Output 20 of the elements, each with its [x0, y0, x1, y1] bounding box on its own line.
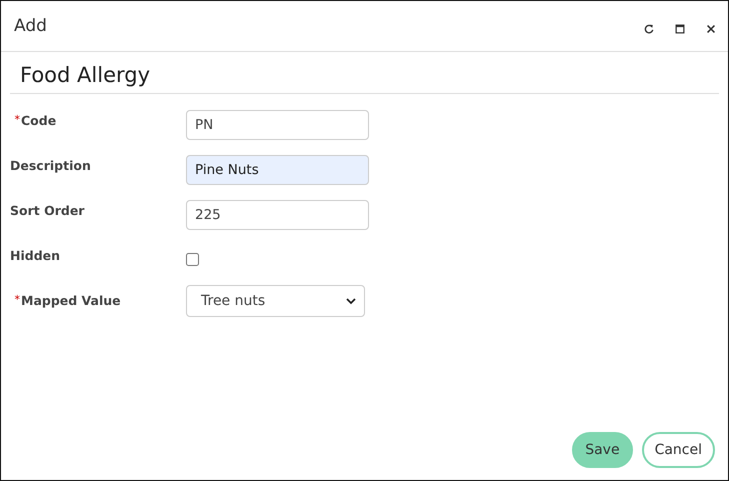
maximize-icon [674, 22, 686, 34]
refresh-icon [643, 22, 655, 34]
save-button[interactable]: Save [572, 432, 633, 468]
required-mark: * [14, 293, 21, 306]
chevron-icon [346, 298, 356, 304]
field-label: Description [10, 158, 91, 173]
dropdown[interactable]: Tree nuts [186, 285, 365, 317]
input-field[interactable]: PN [186, 110, 369, 140]
field-label: Code [21, 113, 56, 128]
window-title: Add [14, 16, 47, 36]
input-field[interactable]: Pine Nuts [186, 155, 369, 185]
checkbox[interactable] [186, 253, 199, 266]
cancel-button[interactable]: Cancel [642, 432, 715, 468]
field-label: Mapped Value [21, 293, 121, 308]
field-label: Sort Order [10, 203, 84, 218]
input-field[interactable]: 225 [186, 200, 369, 230]
required-mark: * [14, 113, 21, 126]
close-icon [705, 22, 717, 34]
form-heading: Food Allergy [19, 62, 152, 89]
field-label: Hidden [10, 248, 60, 263]
